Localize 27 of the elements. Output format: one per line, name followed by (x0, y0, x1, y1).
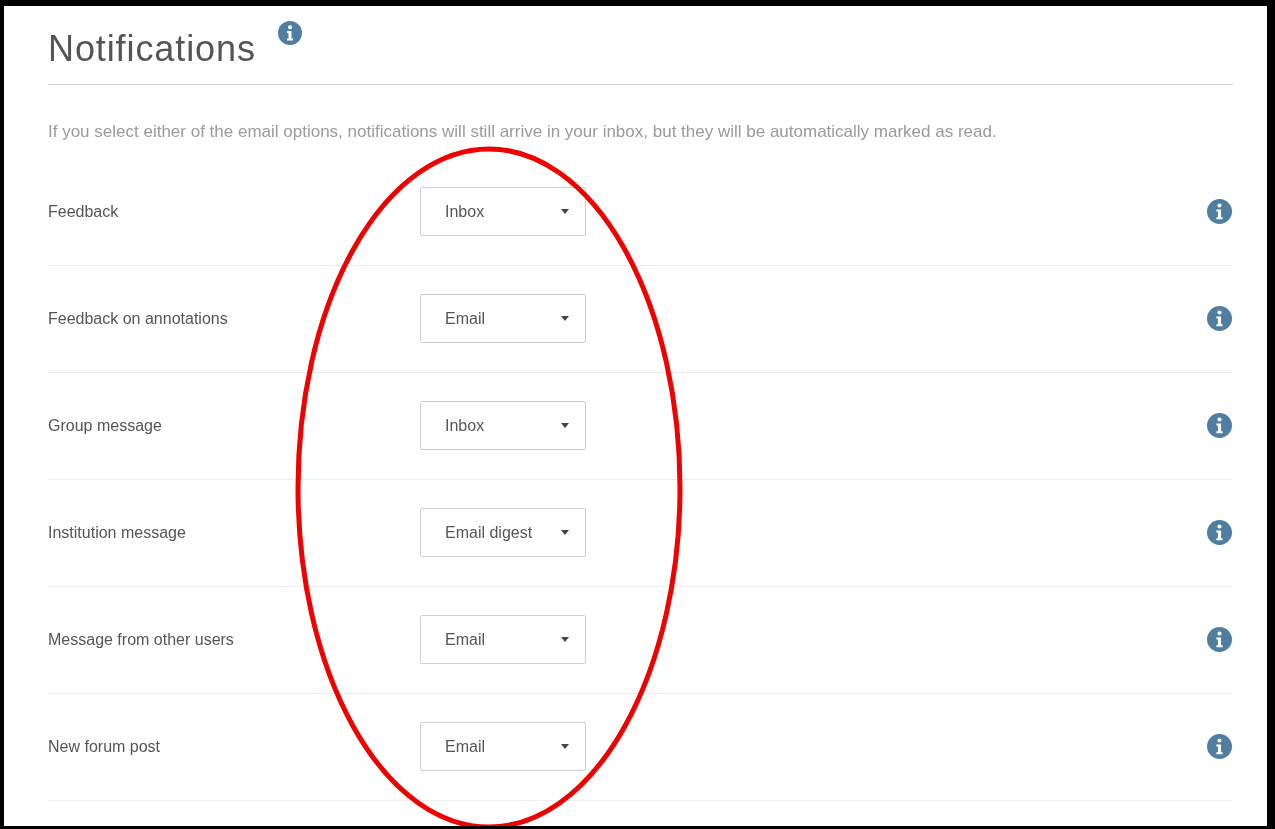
select-dropdown[interactable]: Email (420, 722, 586, 771)
page-title: Notifications (48, 27, 256, 71)
setting-label: Institution message (48, 522, 187, 543)
intro-text: If you select either of the email options, notifications will still arrive in your inbox, but they will be automatically marked as read. (48, 121, 998, 143)
info-icon[interactable] (1207, 413, 1232, 438)
info-icon[interactable] (1207, 520, 1232, 545)
setting-label: Group message (48, 415, 163, 436)
info-icon[interactable] (277, 21, 302, 45)
caret-icon (561, 316, 569, 321)
select-dropdown[interactable]: Email (420, 615, 586, 664)
caret-icon (561, 209, 569, 214)
caret-icon (561, 744, 569, 749)
select-dropdown[interactable]: Email (420, 294, 586, 343)
setting-label: Message from other users (48, 629, 235, 650)
info-icon[interactable] (1207, 306, 1232, 331)
select-dropdown[interactable]: Email digest (420, 508, 586, 557)
setting-label: New forum post (48, 736, 162, 757)
setting-label: Feedback on annotations (48, 308, 229, 329)
select-dropdown[interactable]: Inbox (420, 401, 586, 450)
info-icon[interactable] (1207, 627, 1232, 652)
setting-label: Feedback (48, 201, 120, 222)
caret-icon (561, 637, 569, 642)
info-icon[interactable] (1207, 199, 1232, 224)
info-icon[interactable] (1207, 734, 1232, 759)
caret-icon (561, 530, 569, 535)
select-dropdown[interactable]: Inbox (420, 187, 586, 236)
caret-icon (561, 423, 569, 428)
